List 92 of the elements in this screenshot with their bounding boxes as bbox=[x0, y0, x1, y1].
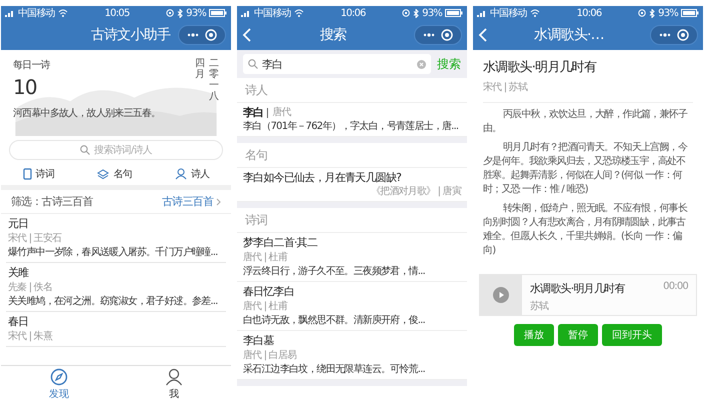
search-icon bbox=[248, 59, 258, 69]
layers-icon bbox=[97, 168, 110, 180]
lock-rotation-icon bbox=[166, 9, 174, 17]
play-icon[interactable] bbox=[493, 287, 509, 303]
poem-excerpt: 白也诗无敌，飘然思不群。清新庾开府，俊... bbox=[243, 314, 426, 327]
audio-author: 苏轼 bbox=[530, 300, 550, 313]
poem-title[interactable]: 关雎 bbox=[8, 266, 224, 280]
date-month: 四月 bbox=[195, 58, 205, 82]
poem-excerpt: 浮云终日行，游子久不至。三夜频梦君，情... bbox=[243, 265, 426, 278]
status-time: 10:06 bbox=[340, 8, 366, 18]
poem-excerpt: 爆竹声中一岁除，春风送暖入屠苏。千门万户曈曈... bbox=[8, 246, 219, 259]
status-time: 10:06 bbox=[576, 8, 602, 18]
category-tab[interactable]: 诗人 bbox=[174, 167, 210, 181]
poem-meta: 先秦 | 佚名 bbox=[8, 281, 54, 294]
poem-title[interactable]: 元日 bbox=[8, 217, 224, 231]
poem-paragraph: 转朱阁，低绮户，照无眠。不应有恨，何事长向别时圆？人有悲欢离合，月有阴晴圆缺，此事古难全。但愿人长久，千里共婵娟。(长向 一作：偏向) bbox=[483, 202, 688, 258]
signal-icon bbox=[241, 10, 251, 16]
daily-poem-label: 每日一诗 bbox=[13, 58, 50, 72]
carrier-name: 中国移动 bbox=[490, 6, 527, 20]
search-field[interactable]: 李白 bbox=[243, 54, 431, 74]
close-circle-icon[interactable] bbox=[205, 29, 217, 41]
poem-paragraph: 丙辰中秋，欢饮达旦，大醉，作此篇，兼怀子由。 bbox=[483, 108, 688, 136]
carrier-name: 中国移动 bbox=[18, 6, 55, 20]
category-tab[interactable]: 名句 bbox=[97, 167, 132, 181]
person-icon[interactable] bbox=[165, 368, 183, 386]
more-icon[interactable] bbox=[659, 33, 671, 37]
bluetooth-icon bbox=[413, 8, 420, 18]
bluetooth-icon bbox=[177, 8, 184, 18]
status-time: 10:05 bbox=[104, 8, 130, 18]
section-heading: 名句 bbox=[237, 143, 467, 168]
battery-icon bbox=[681, 9, 699, 17]
close-circle-icon[interactable] bbox=[441, 29, 453, 41]
poet-name[interactable]: 李白 bbox=[243, 106, 264, 119]
category-tab[interactable]: 诗词 bbox=[22, 167, 54, 181]
poem-meta: 宋代 | 苏轼 bbox=[483, 80, 693, 103]
poem-excerpt: 采石江边李白坟，绕田无限草连云。可怜荒... bbox=[243, 363, 426, 376]
filter-link[interactable]: 古诗三百首 bbox=[162, 194, 221, 209]
battery-percent: 93% bbox=[186, 8, 206, 18]
wifi-icon bbox=[58, 9, 68, 17]
wifi-icon bbox=[530, 9, 540, 17]
poem-meta: 唐代 | 杜甫 bbox=[243, 300, 288, 313]
page-title: 古诗文小助手 bbox=[90, 26, 172, 44]
audio-time: 00:00 bbox=[663, 281, 688, 294]
chevron-icon bbox=[216, 198, 221, 206]
person-icon bbox=[174, 168, 187, 180]
poem-meta: 宋代 | 王安石 bbox=[8, 232, 63, 245]
book-icon bbox=[22, 168, 32, 180]
signal-icon bbox=[477, 10, 487, 16]
tab-bar-item[interactable]: 发现 bbox=[49, 368, 69, 400]
lock-rotation-icon bbox=[402, 9, 410, 17]
poem-title[interactable]: 李白墓 bbox=[243, 334, 461, 348]
quote-text[interactable]: 李白如今已仙去，月在青天几圆缺? bbox=[243, 171, 461, 184]
poem-title: 水调歌头·明月几时有 bbox=[483, 59, 598, 76]
more-icon[interactable] bbox=[423, 33, 435, 37]
back-icon[interactable] bbox=[478, 28, 488, 42]
section-heading: 诗词 bbox=[237, 208, 467, 233]
filter-label: 筛选：古诗三百首 bbox=[11, 194, 93, 209]
bluetooth-icon bbox=[649, 8, 656, 18]
poem-title[interactable]: 春日 bbox=[8, 315, 224, 329]
poem-excerpt: 关关雎鸠，在河之洲。窈窕淑女，君子好逑。参差... bbox=[8, 295, 219, 308]
capsule-menu[interactable] bbox=[414, 25, 462, 45]
carrier-name: 中国移动 bbox=[254, 6, 291, 20]
signal-icon bbox=[5, 10, 15, 16]
audio-title: 水调歌头·明月几时有 bbox=[530, 281, 624, 296]
battery-percent: 93% bbox=[422, 8, 442, 18]
poem-title[interactable]: 梦李白二首·其二 bbox=[243, 236, 461, 250]
date-day: 10 bbox=[13, 76, 37, 98]
wifi-icon bbox=[294, 9, 304, 17]
capsule-menu[interactable] bbox=[178, 25, 226, 45]
section-heading: 诗人 bbox=[237, 78, 467, 103]
poem-title[interactable]: 春日忆李白 bbox=[243, 285, 461, 299]
poem-meta: 宋代 | 朱熹 bbox=[8, 330, 54, 343]
poem-paragraph: 明月几时有？把酒问青天。不知天上宫阙，今夕是何年。我欲乘风归去，又恐琼楼玉宇，高处不胜寒。起舞弄清影，何似在人间？(何似 一作：何时；又恐 一作：惟 / 唯恐) bbox=[483, 141, 688, 197]
search-icon bbox=[80, 145, 90, 155]
battery-percent: 93% bbox=[658, 8, 678, 18]
poem-meta: 唐代 | 杜甫 bbox=[243, 251, 288, 264]
battery-icon bbox=[445, 9, 463, 17]
back-icon[interactable] bbox=[242, 28, 252, 42]
battery-icon bbox=[209, 9, 227, 17]
poet-dynasty: 唐代 bbox=[267, 108, 291, 118]
lock-rotation-icon bbox=[638, 9, 646, 17]
poet-bio: 李白（701年－762年），字太白，号青莲居士，唐... bbox=[243, 120, 460, 133]
date-year: 二零一八 bbox=[209, 58, 219, 102]
page-title: 搜索 bbox=[318, 26, 348, 44]
quote-source: 《把酒对月歌》 | 唐寅 bbox=[370, 185, 461, 198]
compass-icon[interactable] bbox=[50, 368, 68, 386]
capsule-menu[interactable] bbox=[650, 25, 698, 45]
tab-bar-item[interactable]: 我 bbox=[165, 368, 183, 400]
more-icon[interactable] bbox=[187, 33, 199, 37]
close-circle-icon[interactable] bbox=[677, 29, 689, 41]
page-title: 水调歌头·… bbox=[533, 26, 605, 44]
poem-meta: 唐代 | 白居易 bbox=[243, 349, 298, 362]
